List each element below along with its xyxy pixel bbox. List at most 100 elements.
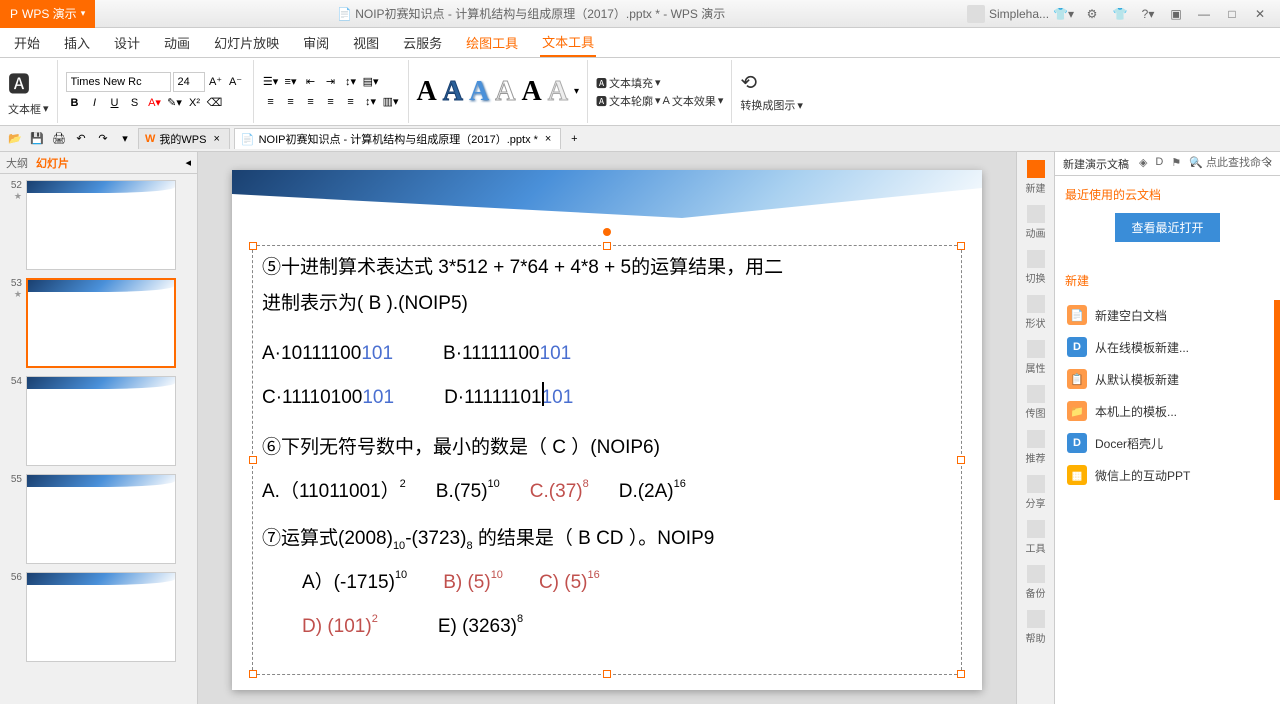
thumbnail-52[interactable] bbox=[26, 180, 176, 270]
font-color-button[interactable]: A▾ bbox=[146, 94, 164, 112]
bold-button[interactable]: B bbox=[66, 94, 84, 112]
align-left-button[interactable]: ≡ bbox=[262, 93, 280, 111]
tab-mywps[interactable]: W我的WPS× bbox=[138, 128, 230, 149]
view-recent-button[interactable]: 查看最近打开 bbox=[1115, 213, 1219, 242]
new-blank-item[interactable]: 📄新建空白文档 bbox=[1065, 299, 1270, 331]
new-local-item[interactable]: 📁本机上的模板... bbox=[1065, 395, 1270, 427]
convert-button[interactable]: ⟲ bbox=[740, 70, 803, 95]
wordart-style-4[interactable]: A bbox=[495, 76, 515, 108]
bullets-button[interactable]: ☰▾ bbox=[262, 73, 280, 91]
indent-dec-button[interactable]: ⇤ bbox=[302, 73, 320, 91]
align-justify-button[interactable]: ≡ bbox=[322, 93, 340, 111]
text-effect-button[interactable]: A 文本效果 ▾ bbox=[663, 93, 724, 109]
sidebar-shape[interactable]: 形状 bbox=[1026, 295, 1046, 330]
menu-insert[interactable]: 插入 bbox=[62, 29, 92, 56]
sidebar-anim[interactable]: 动画 bbox=[1026, 205, 1046, 240]
align-right-button[interactable]: ≡ bbox=[302, 93, 320, 111]
redo-icon[interactable]: ↷ bbox=[94, 130, 112, 148]
wordart-style-5[interactable]: A bbox=[521, 76, 541, 108]
menu-draw[interactable]: 绘图工具 bbox=[464, 29, 520, 56]
highlight-button[interactable]: ✎▾ bbox=[166, 94, 184, 112]
resize-handle[interactable] bbox=[249, 242, 257, 250]
font-name-select[interactable] bbox=[66, 72, 171, 92]
sidebar-share[interactable]: 分享 bbox=[1026, 475, 1046, 510]
underline-button[interactable]: U bbox=[106, 94, 124, 112]
sidebar-help[interactable]: 帮助 bbox=[1026, 610, 1046, 645]
slide-text-content[interactable]: ⑤十进制算术表达式 3*512 + 7*64 + 4*8 + 5的运算结果，用二… bbox=[262, 250, 952, 653]
sidebar-tools[interactable]: 工具 bbox=[1026, 520, 1046, 555]
font-size-select[interactable] bbox=[173, 72, 205, 92]
new-wechat-item[interactable]: ▦微信上的互动PPT bbox=[1065, 459, 1270, 491]
wordart-style-3[interactable]: A bbox=[469, 76, 489, 108]
decrease-font-icon[interactable]: A⁻ bbox=[227, 73, 245, 91]
tab-outline[interactable]: 大纲 bbox=[6, 155, 28, 171]
new-docer-item[interactable]: DDocer稻壳儿 bbox=[1065, 427, 1270, 459]
numbering-button[interactable]: ≡▾ bbox=[282, 73, 300, 91]
sidebar-new[interactable]: 新建 bbox=[1026, 160, 1046, 195]
close-icon[interactable]: ✕ bbox=[1250, 7, 1270, 21]
thumbnail-list[interactable]: 52★ 53★ 54 55 56 bbox=[0, 174, 197, 704]
strike-button[interactable]: S bbox=[126, 94, 144, 112]
distribute-button[interactable]: ≡ bbox=[342, 93, 360, 111]
textbox-button[interactable]: 🅰 bbox=[8, 67, 49, 99]
wordart-style-6[interactable]: A bbox=[548, 76, 568, 108]
maximize-icon[interactable]: □ bbox=[1222, 7, 1242, 21]
sidebar-recommend[interactable]: 推荐 bbox=[1026, 430, 1046, 465]
menu-text[interactable]: 文本工具 bbox=[540, 28, 596, 57]
d-icon[interactable]: D bbox=[1155, 156, 1163, 168]
align-center-button[interactable]: ≡ bbox=[282, 93, 300, 111]
align-button[interactable]: ▤▾ bbox=[362, 73, 380, 91]
open-icon[interactable]: 📂 bbox=[6, 130, 24, 148]
find-command[interactable]: 🔍 点此查找命令 bbox=[1189, 154, 1272, 170]
tab-document[interactable]: 📄NOIP初赛知识点 - 计算机结构与组成原理（2017）.pptx *× bbox=[234, 128, 561, 149]
scroll-indicator[interactable] bbox=[1274, 300, 1280, 500]
wordart-more-icon[interactable]: ▾ bbox=[574, 86, 579, 97]
wordart-gallery[interactable]: A A A A A A ▾ bbox=[417, 76, 579, 108]
superscript-button[interactable]: X² bbox=[186, 94, 204, 112]
more-icon[interactable]: ▾ bbox=[116, 130, 134, 148]
menu-review[interactable]: 审阅 bbox=[301, 29, 331, 56]
app-logo[interactable]: P WPS 演示 bbox=[0, 0, 95, 28]
line-spacing-button[interactable]: ↕▾ bbox=[342, 73, 360, 91]
pane-close-icon[interactable]: ◂ bbox=[185, 156, 191, 169]
menu-animation[interactable]: 动画 bbox=[162, 29, 192, 56]
text-dir-button[interactable]: ↕▾ bbox=[362, 93, 380, 111]
increase-font-icon[interactable]: A⁺ bbox=[207, 73, 225, 91]
menu-design[interactable]: 设计 bbox=[112, 29, 142, 56]
skin-icon[interactable]: 👕 bbox=[1110, 7, 1130, 21]
ruler-icon[interactable]: ◈ bbox=[1139, 156, 1147, 169]
menu-cloud[interactable]: 云服务 bbox=[401, 29, 444, 56]
text-fill-button[interactable]: 🅰 文本填充 ▾ bbox=[596, 75, 723, 91]
new-online-item[interactable]: D从在线模板新建... bbox=[1065, 331, 1270, 363]
menu-view[interactable]: 视图 bbox=[351, 29, 381, 56]
help-icon[interactable]: ?▾ bbox=[1138, 7, 1158, 21]
sidebar-backup[interactable]: 备份 bbox=[1026, 565, 1046, 600]
new-tab-icon[interactable]: + bbox=[565, 130, 583, 148]
save-icon[interactable]: 💾 bbox=[28, 130, 46, 148]
textbox-label[interactable]: 文本框 ▾ bbox=[8, 101, 49, 117]
resize-handle[interactable] bbox=[603, 242, 611, 250]
wordart-style-1[interactable]: A bbox=[417, 76, 437, 108]
thumbnail-54[interactable] bbox=[26, 376, 176, 466]
tab-close-icon[interactable]: × bbox=[210, 133, 222, 145]
tab-close-icon[interactable]: × bbox=[542, 133, 554, 145]
italic-button[interactable]: I bbox=[86, 94, 104, 112]
resize-handle[interactable] bbox=[957, 670, 965, 678]
thumbnail-55[interactable] bbox=[26, 474, 176, 564]
user-badge[interactable]: Simpleha...👕▾ bbox=[967, 5, 1074, 23]
print-icon[interactable]: 🖨 bbox=[50, 130, 68, 148]
window-icon[interactable]: ▣ bbox=[1166, 7, 1186, 21]
menu-slideshow[interactable]: 幻灯片放映 bbox=[212, 29, 281, 56]
undo-icon[interactable]: ↶ bbox=[72, 130, 90, 148]
sidebar-prop[interactable]: 属性 bbox=[1026, 340, 1046, 375]
wordart-style-2[interactable]: A bbox=[443, 76, 463, 108]
slide-editor[interactable]: ⑤十进制算术表达式 3*512 + 7*64 + 4*8 + 5的运算结果，用二… bbox=[198, 152, 1016, 704]
slide-canvas[interactable]: ⑤十进制算术表达式 3*512 + 7*64 + 4*8 + 5的运算结果，用二… bbox=[232, 170, 982, 690]
rotate-handle[interactable] bbox=[603, 228, 611, 236]
settings-icon[interactable]: ⚙ bbox=[1082, 7, 1102, 21]
sidebar-media[interactable]: 传图 bbox=[1026, 385, 1046, 420]
tab-slides[interactable]: 幻灯片 bbox=[36, 155, 69, 171]
thumbnail-53[interactable] bbox=[26, 278, 176, 368]
resize-handle[interactable] bbox=[957, 242, 965, 250]
resize-handle[interactable] bbox=[603, 670, 611, 678]
